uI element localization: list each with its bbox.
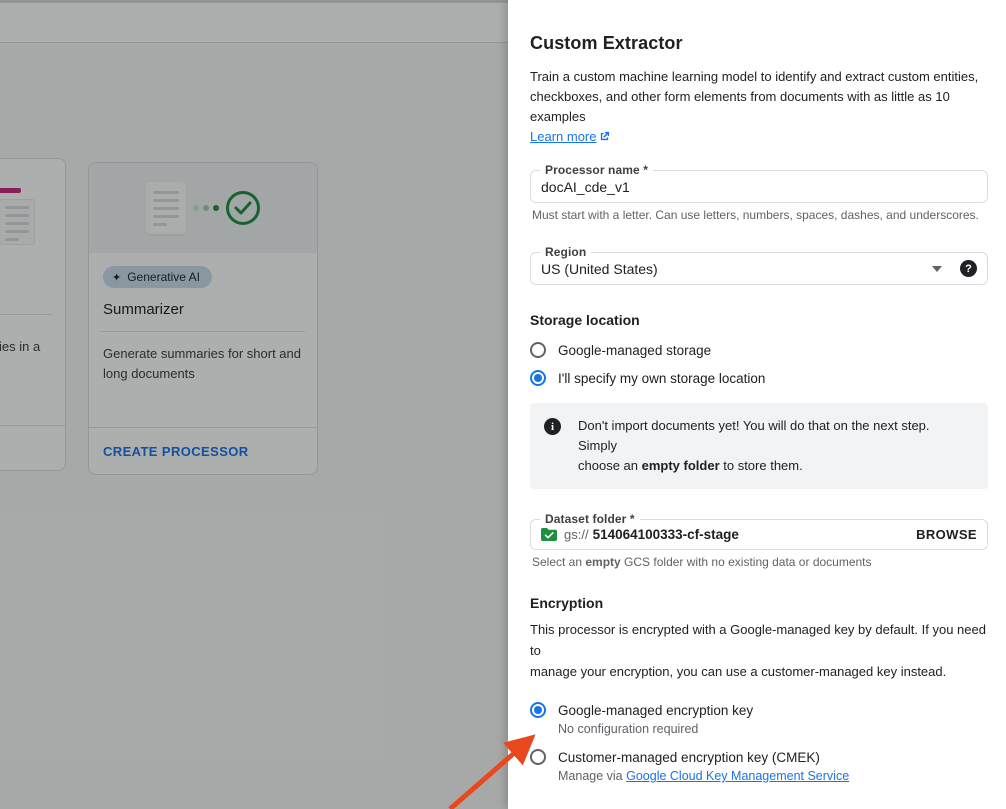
folder-check-icon (541, 528, 557, 541)
radio-google-managed-storage[interactable]: Google-managed storage (530, 342, 988, 359)
region-select[interactable]: Region US (United States) ? (530, 252, 988, 285)
dataset-folder-helper: Select an empty GCS folder with no exist… (530, 555, 988, 569)
kms-link[interactable]: Google Cloud Key Management Service (626, 769, 849, 783)
dataset-folder-value: 514064100333-cf-stage (593, 527, 739, 542)
radio-icon-selected (530, 702, 546, 718)
processor-name-label: Processor name * (540, 163, 653, 177)
region-help-icon[interactable]: ? (960, 260, 977, 277)
processor-name-field[interactable]: Processor name * docAI_cde_v1 (530, 170, 988, 203)
encryption-description: This processor is encrypted with a Googl… (530, 619, 988, 682)
radio-cmek[interactable]: Customer-managed encryption key (CMEK) M… (530, 749, 988, 783)
dataset-folder-label: Dataset folder * (540, 512, 640, 526)
processor-name-value: docAI_cde_v1 (541, 179, 630, 195)
radio-sublabel: No configuration required (558, 722, 753, 736)
info-banner: i Don't import documents yet! You will d… (530, 403, 988, 489)
region-value: US (United States) (541, 261, 658, 277)
radio-sublabel: Manage via Google Cloud Key Management S… (558, 769, 849, 783)
modal-scrim[interactable] (0, 0, 508, 809)
storage-location-heading: Storage location (530, 312, 988, 328)
custom-extractor-panel: Custom Extractor Train a custom machine … (508, 0, 1006, 809)
chevron-down-icon[interactable] (932, 266, 942, 272)
gs-scheme: gs:// (564, 527, 589, 542)
info-banner-text: Don't import documents yet! You will do … (578, 416, 972, 476)
radio-icon-selected (530, 370, 546, 386)
external-link-icon (599, 131, 610, 142)
encryption-heading: Encryption (530, 595, 988, 611)
radio-google-managed-key[interactable]: Google-managed encryption key No configu… (530, 702, 988, 736)
panel-description: Train a custom machine learning model to… (530, 67, 988, 127)
info-icon: i (544, 418, 561, 435)
radio-own-storage-location[interactable]: I'll specify my own storage location (530, 370, 988, 387)
browse-button[interactable]: BROWSE (916, 527, 977, 542)
panel-title: Custom Extractor (530, 33, 988, 54)
radio-icon (530, 342, 546, 358)
dataset-folder-field[interactable]: Dataset folder * gs:// 514064100333-cf-s… (530, 519, 988, 550)
learn-more-link[interactable]: Learn more (530, 129, 610, 144)
region-label: Region (540, 245, 591, 259)
radio-icon (530, 749, 546, 765)
processor-name-helper: Must start with a letter. Can use letter… (530, 208, 988, 222)
